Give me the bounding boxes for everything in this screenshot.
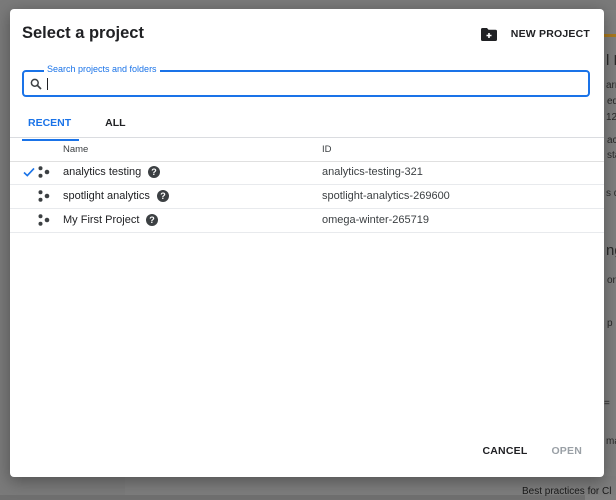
background-text: p I [607,318,616,329]
svg-text:?: ? [160,191,166,201]
cancel-button[interactable]: CANCEL [482,445,527,457]
column-header-id: ID [322,144,332,155]
tabs-divider [10,137,604,138]
check-icon [23,167,35,177]
project-name-text: My First Project [63,214,140,226]
text-cursor [47,78,48,90]
background-text: ed [607,96,616,107]
project-id: analytics-testing-321 [322,166,423,178]
project-icon [38,190,50,202]
new-project-button[interactable]: NEW PROJECT [480,23,590,45]
help-icon[interactable]: ? [156,190,169,202]
project-id: spotlight-analytics-269600 [322,190,450,202]
select-project-dialog: Select a project NEW PROJECT Search proj… [10,9,604,477]
project-name-text: spotlight analytics [63,190,150,202]
svg-text:?: ? [152,167,158,177]
open-button[interactable]: OPEN [551,445,582,457]
help-icon[interactable]: ? [148,166,161,178]
search-icon [30,78,42,90]
background-text: Best practices for Cl [522,486,612,497]
project-icon [38,214,50,226]
svg-text:?: ? [150,215,156,225]
background-text: ors [607,275,616,286]
background-text: = [604,398,610,409]
background-text: ng [606,242,616,259]
tab-all[interactable]: ALL [99,113,133,139]
new-project-label: NEW PROJECT [510,28,590,40]
tab-bar: RECENT ALL [22,113,134,141]
dialog-title: Select a project [22,24,144,42]
project-name-text: analytics testing [63,166,142,178]
table-row[interactable]: My First Project ? omega-winter-265719 [10,209,604,233]
project-id: omega-winter-265719 [322,214,430,226]
background-text: sta [607,150,616,161]
dialog-actions: CANCEL OPEN [482,445,582,457]
background-text: s d [606,188,616,199]
table-row[interactable]: spotlight analytics ? spotlight-analytic… [10,185,604,209]
table-header: Name ID [10,140,604,162]
background-text: ac [607,135,616,146]
table-row[interactable]: analytics testing ? analytics-testing-32… [10,161,604,185]
help-icon[interactable]: ? [146,214,159,226]
background-text: ma [606,436,616,447]
background-text: l P [606,52,616,69]
search-label: Search projects and folders [44,64,160,74]
search-field[interactable]: Search projects and folders [22,64,590,97]
background-text: 12 [606,112,616,123]
search-input[interactable] [46,75,580,95]
new-folder-icon [480,27,497,41]
project-icon [38,166,50,178]
project-name: spotlight analytics ? [63,190,169,202]
background-text: arr [606,80,616,91]
column-header-name: Name [63,144,89,155]
project-name: analytics testing ? [63,166,161,178]
project-name: My First Project ? [63,214,159,226]
